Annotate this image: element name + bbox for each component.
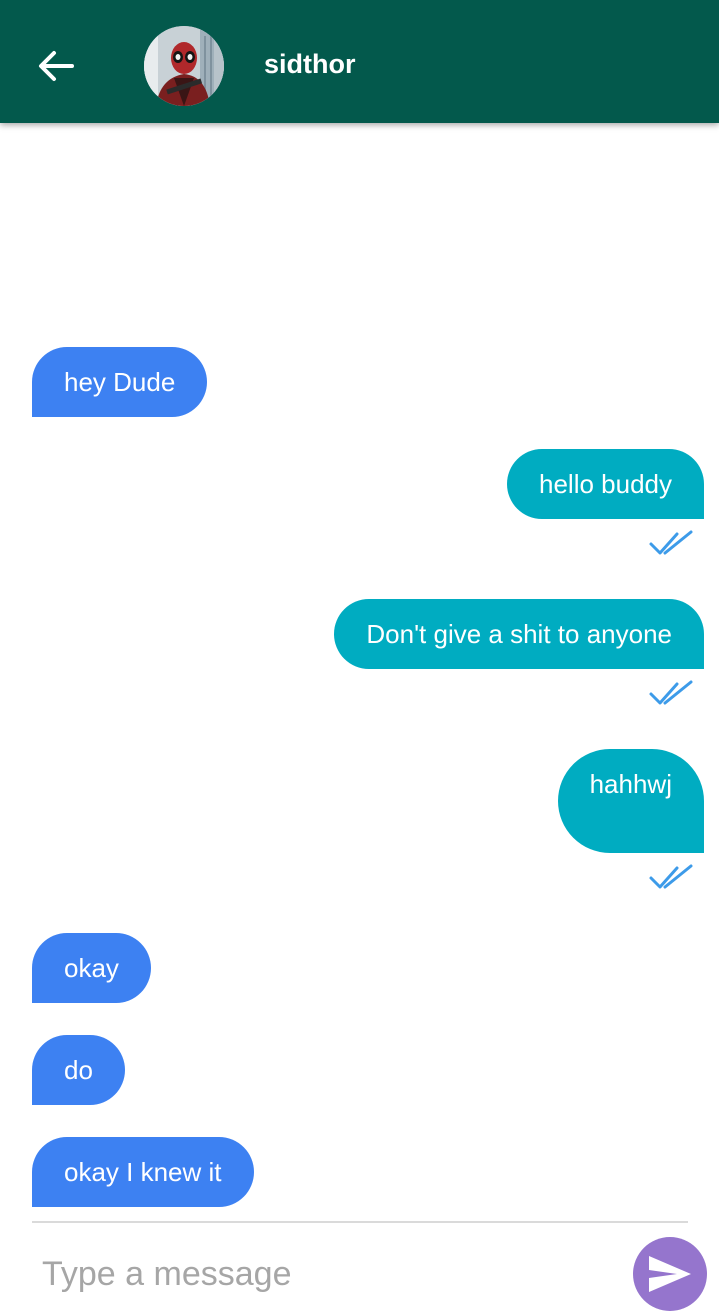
message-bubble-incoming[interactable]: do bbox=[32, 1035, 125, 1105]
send-icon bbox=[649, 1256, 691, 1292]
message-input[interactable] bbox=[42, 1246, 602, 1302]
contact-name[interactable]: sidthor bbox=[264, 47, 356, 81]
chat-screen: sidthor hey Dude hello buddy Don't give … bbox=[0, 0, 719, 1312]
arrow-left-icon bbox=[39, 51, 74, 81]
send-button[interactable] bbox=[633, 1237, 707, 1311]
message-bubble-outgoing[interactable]: hahhwj bbox=[557, 749, 704, 853]
message-bubble-incoming[interactable]: okay I knew it bbox=[32, 1137, 254, 1207]
avatar[interactable] bbox=[144, 26, 224, 106]
avatar-image bbox=[144, 26, 224, 106]
message-bubble-incoming[interactable]: hey Dude bbox=[32, 347, 208, 417]
message-bubble-outgoing[interactable]: hello buddy bbox=[507, 449, 704, 519]
app-bar: sidthor bbox=[0, 0, 719, 123]
back-button[interactable] bbox=[34, 44, 78, 88]
double-check-icon bbox=[649, 864, 693, 889]
message-list[interactable]: hey Dude hello buddy Don't give a shit t… bbox=[0, 123, 719, 1221]
message-bubble-incoming[interactable]: okay bbox=[32, 933, 151, 1003]
message-bubble-outgoing[interactable]: Don't give a shit to anyone bbox=[334, 599, 704, 669]
double-check-icon bbox=[649, 530, 693, 555]
double-check-icon bbox=[649, 680, 693, 705]
composer-divider bbox=[32, 1221, 688, 1223]
